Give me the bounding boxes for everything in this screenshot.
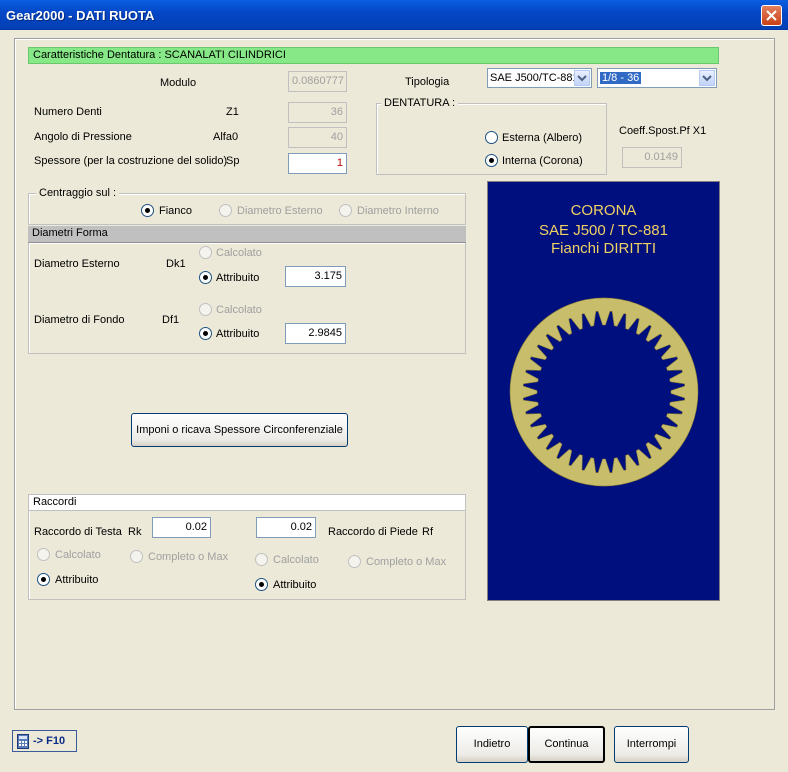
f10-label: -> F10 [33,735,66,747]
calculator-icon [17,734,29,749]
continua-button[interactable]: Continua [528,726,605,763]
dk1-attribuito-label: Attribuito [216,272,260,284]
radio-esterna[interactable] [485,131,498,144]
interna-label: Interna (Corona) [502,155,583,167]
raccordo-testa-field[interactable]: 0.02 [152,517,211,538]
preview-line-2: SAE J500 / TC-881 [539,222,668,239]
radio-piede-completo[interactable] [348,555,361,568]
angolo-pressione-label: Angolo di Pressione [34,131,132,143]
piede-completo-label: Completo o Max [366,556,447,568]
raccordo-testa-label: Raccordo di Testa [34,526,122,538]
preview-line-1: CORONA [570,202,637,219]
raccordo-piede-label: Raccordo di Piede [328,526,418,538]
raccordo-piede-field[interactable]: 0.02 [256,517,316,538]
interrompi-button[interactable]: Interrompi [614,726,689,763]
radio-df1-calcolato[interactable] [199,303,212,316]
radio-testa-completo[interactable] [130,550,143,563]
coeff-field[interactable]: 0.0149 [622,147,682,168]
chevron-down-icon [699,70,715,86]
radio-df1-attribuito[interactable] [199,327,212,340]
testa-calcolato-label: Calcolato [55,549,101,561]
diametri-forma-header: Diametri Forma [28,226,466,243]
coeff-label: Coeff.Spost.Pf X1 [619,125,707,137]
dentatura-title: DENTATURA : [381,97,459,109]
piede-calcolato-label: Calcolato [273,554,319,566]
df1-attribuito-label: Attribuito [216,328,260,340]
radio-piede-attribuito[interactable] [255,578,268,591]
dentatura-header: Caratteristiche Dentatura : SCANALATI CI… [28,47,719,64]
chevron-down-icon [574,70,590,86]
tipologia-select-value: SAE J500/TC-881 [490,72,579,84]
spessore-field[interactable]: 1 [288,153,347,174]
internal-gear-drawing [509,297,699,487]
diametro-interno-option-label: Diametro Interno [357,205,439,217]
diametro-esterno-field[interactable]: 3.175 [285,266,346,287]
imponi-spessore-button[interactable]: Imponi o ricava Spessore Circonferenzial… [131,413,348,447]
radio-dk1-calcolato[interactable] [199,246,212,259]
dk1-calcolato-label: Calcolato [216,247,262,259]
centraggio-title: Centraggio sul : [36,187,120,199]
indietro-button[interactable]: Indietro [456,726,528,763]
raccordo-testa-symbol: Rk [128,526,142,538]
numero-denti-symbol: Z1 [226,106,239,118]
diametro-fondo-field[interactable]: 2.9845 [285,323,346,344]
testa-attribuito-label: Attribuito [55,574,99,586]
dimensione-select[interactable]: 1/8 - 36 [597,68,717,88]
testa-completo-label: Completo o Max [148,551,229,563]
angolo-pressione-field[interactable]: 40 [288,127,347,148]
angolo-pressione-symbol: Alfa0 [213,131,239,143]
title-bar: Gear2000 - DATI RUOTA [0,0,788,30]
window-title: Gear2000 - DATI RUOTA [6,8,155,23]
radio-diametro-interno[interactable] [339,204,352,217]
tipologia-select[interactable]: SAE J500/TC-881 [487,68,592,88]
radio-dk1-attribuito[interactable] [199,271,212,284]
radio-diametro-esterno[interactable] [219,204,232,217]
raccordi-header: Raccordi [29,495,465,511]
modulo-label: Modulo [160,77,197,89]
radio-fianco[interactable] [141,204,154,217]
numero-denti-label: Numero Denti [34,106,102,118]
f10-calculator-button[interactable]: -> F10 [12,730,77,752]
spessore-label: Spessore (per la costruzione del solido) [34,155,228,167]
diametro-fondo-symbol: Df1 [162,314,180,326]
radio-testa-calcolato[interactable] [37,548,50,561]
dimensione-select-value: 1/8 - 36 [600,72,642,84]
numero-denti-field[interactable]: 36 [288,102,347,123]
diametro-esterno-label: Diametro Esterno [34,258,120,270]
piede-attribuito-label: Attribuito [273,579,317,591]
diametri-forma-title: Diametri Forma [32,227,108,239]
close-button[interactable] [761,5,782,26]
modulo-field[interactable]: 0.0860777 [288,71,347,92]
dentatura-header-text: Caratteristiche Dentatura : SCANALATI CI… [33,49,286,61]
spessore-symbol: Sp [226,155,240,167]
df1-calcolato-label: Calcolato [216,304,262,316]
radio-piede-calcolato[interactable] [255,553,268,566]
fianco-label: Fianco [159,205,193,217]
raccordo-piede-symbol: Rf [422,526,433,538]
radio-testa-attribuito[interactable] [37,573,50,586]
esterna-label: Esterna (Albero) [502,132,583,144]
tipologia-label: Tipologia [405,76,450,88]
gear-preview: CORONA SAE J500 / TC-881 Fianchi DIRITTI [487,181,720,601]
raccordi-title: Raccordi [33,496,77,508]
diametro-fondo-label: Diametro di Fondo [34,314,125,326]
diametro-esterno-symbol: Dk1 [166,258,186,270]
radio-interna[interactable] [485,154,498,167]
preview-line-3: Fianchi DIRITTI [550,240,656,257]
close-icon [766,10,777,21]
diametro-esterno-option-label: Diametro Esterno [237,205,323,217]
gear-shape [509,297,699,487]
